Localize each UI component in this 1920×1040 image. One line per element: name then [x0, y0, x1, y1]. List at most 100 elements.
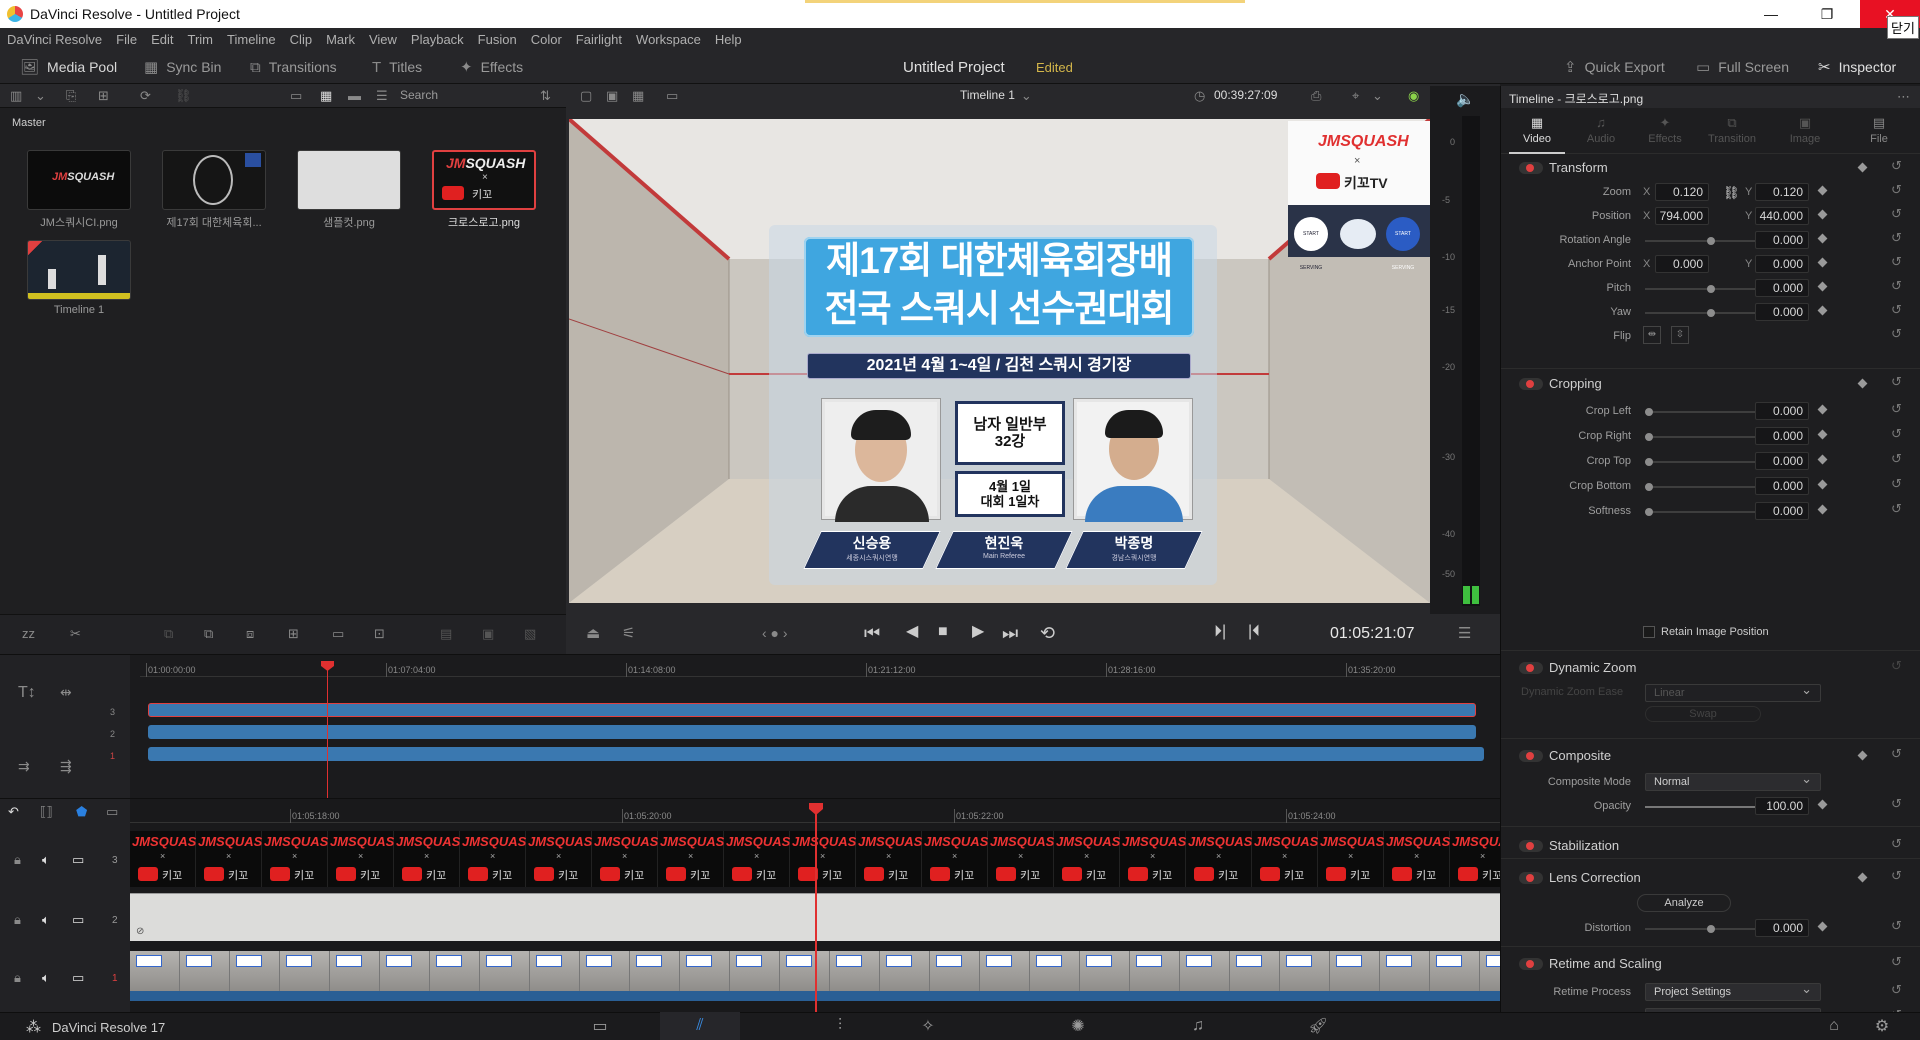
- distortion-field[interactable]: 0.000: [1755, 919, 1809, 937]
- composite-toggle[interactable]: [1519, 750, 1543, 762]
- reset-icon[interactable]: ↺: [1891, 206, 1902, 222]
- deliver-page-icon[interactable]: 🚀︎: [1288, 1012, 1348, 1040]
- audio-track-height-icon[interactable]: T↕: [18, 685, 36, 701]
- fairlight-page-icon[interactable]: ♫: [1168, 1012, 1228, 1040]
- media-search-input[interactable]: Search: [400, 88, 530, 104]
- pitch-field[interactable]: 0.000: [1755, 279, 1809, 297]
- reset-icon[interactable]: ↺: [1891, 326, 1902, 342]
- anchor-x-field[interactable]: 0.000: [1655, 255, 1709, 273]
- maximize-button[interactable]: ❐: [1804, 0, 1850, 28]
- flip-vertical-icon[interactable]: ⇳: [1671, 326, 1689, 344]
- import-icon[interactable]: ⎘: [66, 89, 76, 102]
- marker-icon[interactable]: ▭: [106, 805, 118, 818]
- list-view-icon[interactable]: ☰: [376, 89, 388, 102]
- reset-icon[interactable]: ↺: [1891, 658, 1902, 674]
- flag-icon[interactable]: ⬟: [76, 805, 87, 818]
- reset-icon[interactable]: ↺: [1891, 836, 1902, 852]
- menu-item[interactable]: Workspace: [636, 32, 701, 47]
- transform-toggle[interactable]: [1519, 162, 1543, 174]
- menu-item[interactable]: DaVinci Resolve: [7, 32, 102, 47]
- reset-icon[interactable]: ↺: [1891, 426, 1902, 442]
- track-display-icon[interactable]: ▭: [72, 853, 84, 866]
- analyze-button[interactable]: Analyze: [1637, 894, 1731, 912]
- grid-icon[interactable]: ▦: [632, 89, 644, 102]
- more-options-icon[interactable]: ⋯: [1897, 90, 1910, 103]
- minimize-button[interactable]: —: [1748, 0, 1794, 28]
- chevron-down-icon[interactable]: ⌄: [1372, 89, 1383, 102]
- reset-icon[interactable]: ↺: [1891, 501, 1902, 517]
- cropping-toggle[interactable]: [1519, 378, 1543, 390]
- menu-item[interactable]: Color: [531, 32, 562, 47]
- crop-soft-field[interactable]: 0.000: [1755, 502, 1809, 520]
- lock-tracks-icon[interactable]: ⇉: [18, 759, 30, 773]
- menu-item[interactable]: Trim: [188, 32, 214, 47]
- retime-process-select[interactable]: Project Settings: [1645, 981, 1821, 1001]
- menu-item[interactable]: Fusion: [478, 32, 517, 47]
- opacity-field[interactable]: 100.00: [1755, 797, 1809, 815]
- clip-cross-logo[interactable]: JMSQUASH × 키꼬 크로스로고.png: [432, 150, 536, 230]
- anchor-y-field[interactable]: 0.000: [1755, 255, 1809, 273]
- lens-correction-toggle[interactable]: [1519, 872, 1543, 884]
- clip-timeline-1[interactable]: Timeline 1: [27, 240, 131, 316]
- composite-mode-select[interactable]: Normal: [1645, 771, 1821, 791]
- lock-icon[interactable]: 🔒︎: [14, 913, 21, 926]
- keyframe-icon[interactable]: [1817, 209, 1828, 220]
- media-page-icon[interactable]: ▭: [570, 1012, 630, 1040]
- titles-button[interactable]: T Titles: [372, 50, 422, 84]
- reset-icon[interactable]: ↺: [1891, 746, 1902, 762]
- sync-tracks-icon[interactable]: ⇶: [60, 759, 72, 773]
- keyframe-icon[interactable]: [1817, 233, 1828, 244]
- sort-icon[interactable]: ⇅: [540, 89, 551, 102]
- fusion-page-icon[interactable]: ✧: [898, 1012, 958, 1040]
- strip-view-icon[interactable]: ▬: [348, 89, 361, 102]
- monitor-icon[interactable]: ⎙: [1311, 89, 1321, 102]
- menu-item[interactable]: Clip: [290, 32, 312, 47]
- overview-clip-v2[interactable]: [148, 725, 1476, 739]
- thumbnail-view-icon[interactable]: ▦: [320, 89, 332, 102]
- reset-icon[interactable]: ↺: [1891, 982, 1902, 998]
- menu-item[interactable]: File: [116, 32, 137, 47]
- reset-icon[interactable]: ↺: [1891, 254, 1902, 270]
- keyframe-icon[interactable]: [1857, 378, 1868, 389]
- color-wheel-icon[interactable]: ◉: [1408, 89, 1419, 102]
- viewer-image[interactable]: 제17회 대한체육회장배 전국 스쿼시 선수권대회 2021년 4월 1~4일 …: [569, 119, 1430, 603]
- tab-image[interactable]: ▣ Image: [1777, 108, 1833, 154]
- keyframe-icon[interactable]: [1857, 750, 1868, 761]
- menu-item[interactable]: Help: [715, 32, 742, 47]
- timeline-playhead[interactable]: [815, 807, 817, 1013]
- dynamic-zoom-toggle[interactable]: [1519, 662, 1543, 674]
- metadata-view-icon[interactable]: ▭: [290, 89, 302, 102]
- speaker-icon[interactable]: 🔈: [1456, 92, 1475, 107]
- position-y-field[interactable]: 440.000: [1755, 207, 1809, 225]
- yaw-field[interactable]: 0.000: [1755, 303, 1809, 321]
- transitions-button[interactable]: ⧉ Transitions: [250, 50, 337, 84]
- flip-horizontal-icon[interactable]: ⇹: [1643, 326, 1661, 344]
- overwrite-icon[interactable]: ⧉: [204, 627, 213, 640]
- ripple-overwrite-icon[interactable]: ⊡: [374, 627, 385, 640]
- close-up-icon[interactable]: ▣: [482, 627, 494, 640]
- reset-icon[interactable]: ↺: [1891, 451, 1902, 467]
- audio-track-icon[interactable]: 🔈︎: [42, 853, 50, 866]
- crop-bottom-field[interactable]: 0.000: [1755, 477, 1809, 495]
- media-pool-button[interactable]: 🖼 Media Pool: [20, 50, 117, 84]
- chevron-down-icon[interactable]: ⌄: [35, 89, 46, 102]
- menu-item[interactable]: Edit: [151, 32, 173, 47]
- menu-item[interactable]: Playback: [411, 32, 464, 47]
- reset-icon[interactable]: ↺: [1891, 868, 1902, 884]
- zoom-x-field[interactable]: 0.120: [1655, 183, 1709, 201]
- reset-icon[interactable]: ↺: [1891, 401, 1902, 417]
- cut-icon[interactable]: ✂: [70, 627, 81, 640]
- insert-icon[interactable]: ⧉: [164, 627, 173, 640]
- keyframe-icon[interactable]: [1817, 799, 1828, 810]
- crop-left-field[interactable]: 0.000: [1755, 402, 1809, 420]
- keyframe-icon[interactable]: [1817, 257, 1828, 268]
- reset-icon[interactable]: ↺: [1891, 796, 1902, 812]
- keyframe-icon[interactable]: [1817, 185, 1828, 196]
- fit-to-fill-icon[interactable]: ⊞: [288, 627, 299, 640]
- transform-overlay-icon[interactable]: ⌖: [1352, 89, 1359, 102]
- reset-icon[interactable]: ↺: [1891, 476, 1902, 492]
- place-on-top-icon[interactable]: ▭: [332, 627, 344, 640]
- track-display-icon[interactable]: ▭: [72, 913, 84, 926]
- zoom-fit-icon[interactable]: ⇹: [60, 685, 72, 699]
- menu-item[interactable]: Timeline: [227, 32, 276, 47]
